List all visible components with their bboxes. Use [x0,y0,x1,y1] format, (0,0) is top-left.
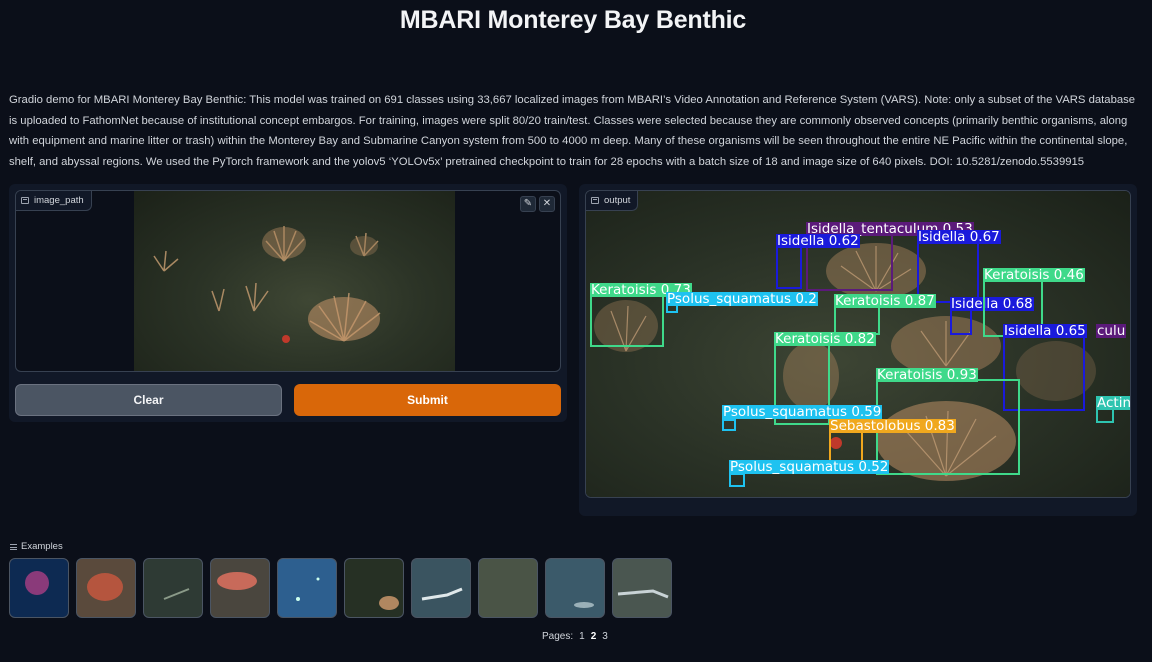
example-thumbnail[interactable] [478,558,538,618]
detection-label: Keratoisis 0.87 [834,293,936,309]
page-link-current[interactable]: 2 [591,631,597,642]
example-thumbnail[interactable] [210,558,270,618]
example-thumbnail[interactable] [411,558,471,618]
example-thumbnail[interactable] [612,558,672,618]
close-icon[interactable]: ✕ [539,196,555,212]
detection-label: Actin [1096,395,1131,411]
output-image: output Isidella_tentaculum 0.53 Isidella… [585,190,1131,498]
detection-label: Psolus_squamatus 0.59 [722,404,883,420]
detection-label: Keratoisis 0.93 [876,367,978,383]
example-thumbnail[interactable] [9,558,69,618]
detection-label: culu [1096,323,1127,339]
examples-title-text: Examples [21,541,63,552]
example-thumbnail[interactable] [76,558,136,618]
page-link[interactable]: 3 [602,631,608,642]
detection-label: Isidella 0.65 [1003,323,1087,339]
detection-label: Keratoisis 0.46 [983,267,1085,283]
examples-title: Examples [10,541,63,552]
detection-label: Isidella 0.62 [776,233,860,249]
list-icon [10,543,17,550]
detection-label: Isidella 0.67 [917,229,1001,245]
pagination: Pages: 1 2 3 [542,631,608,642]
detection-box [722,419,736,431]
detection-label: Keratoisis 0.82 [774,331,876,347]
output-label: output [586,191,639,211]
example-thumbnail[interactable] [143,558,203,618]
page-title: MBARI Monterey Bay Benthic [399,6,747,34]
input-image [134,191,455,371]
example-thumbnail[interactable] [545,558,605,618]
page-link[interactable]: 1 [579,631,585,642]
pagination-label: Pages: [542,631,574,642]
image-icon [591,197,599,204]
description: Gradio demo for MBARI Monterey Bay Benth… [9,94,1136,168]
image-input[interactable]: image_path ✎ ✕ [15,190,561,372]
example-thumbnail[interactable] [344,558,404,618]
input-panel: image_path ✎ ✕ Clear Submit [9,184,567,422]
output-label-text: output [604,195,631,206]
example-thumbnail[interactable] [277,558,337,618]
image-icon [21,197,29,204]
detection-label: Psolus_squamatus 0.2 [666,291,818,307]
detection-box [729,473,745,487]
image-tools: ✎ ✕ [520,196,555,212]
pencil-icon[interactable]: ✎ [520,196,536,212]
output-panel: output Isidella_tentaculum 0.53 Isidella… [579,184,1137,516]
submit-button[interactable]: Submit [294,384,561,416]
clear-button[interactable]: Clear [15,384,282,416]
detection-label: Psolus_squamatus 0.52 [729,459,890,475]
examples-gallery [9,558,672,618]
image-input-label: image_path [16,191,92,211]
image-input-label-text: image_path [34,195,84,206]
detection-label: Sebastolobus 0.83 [829,418,956,434]
